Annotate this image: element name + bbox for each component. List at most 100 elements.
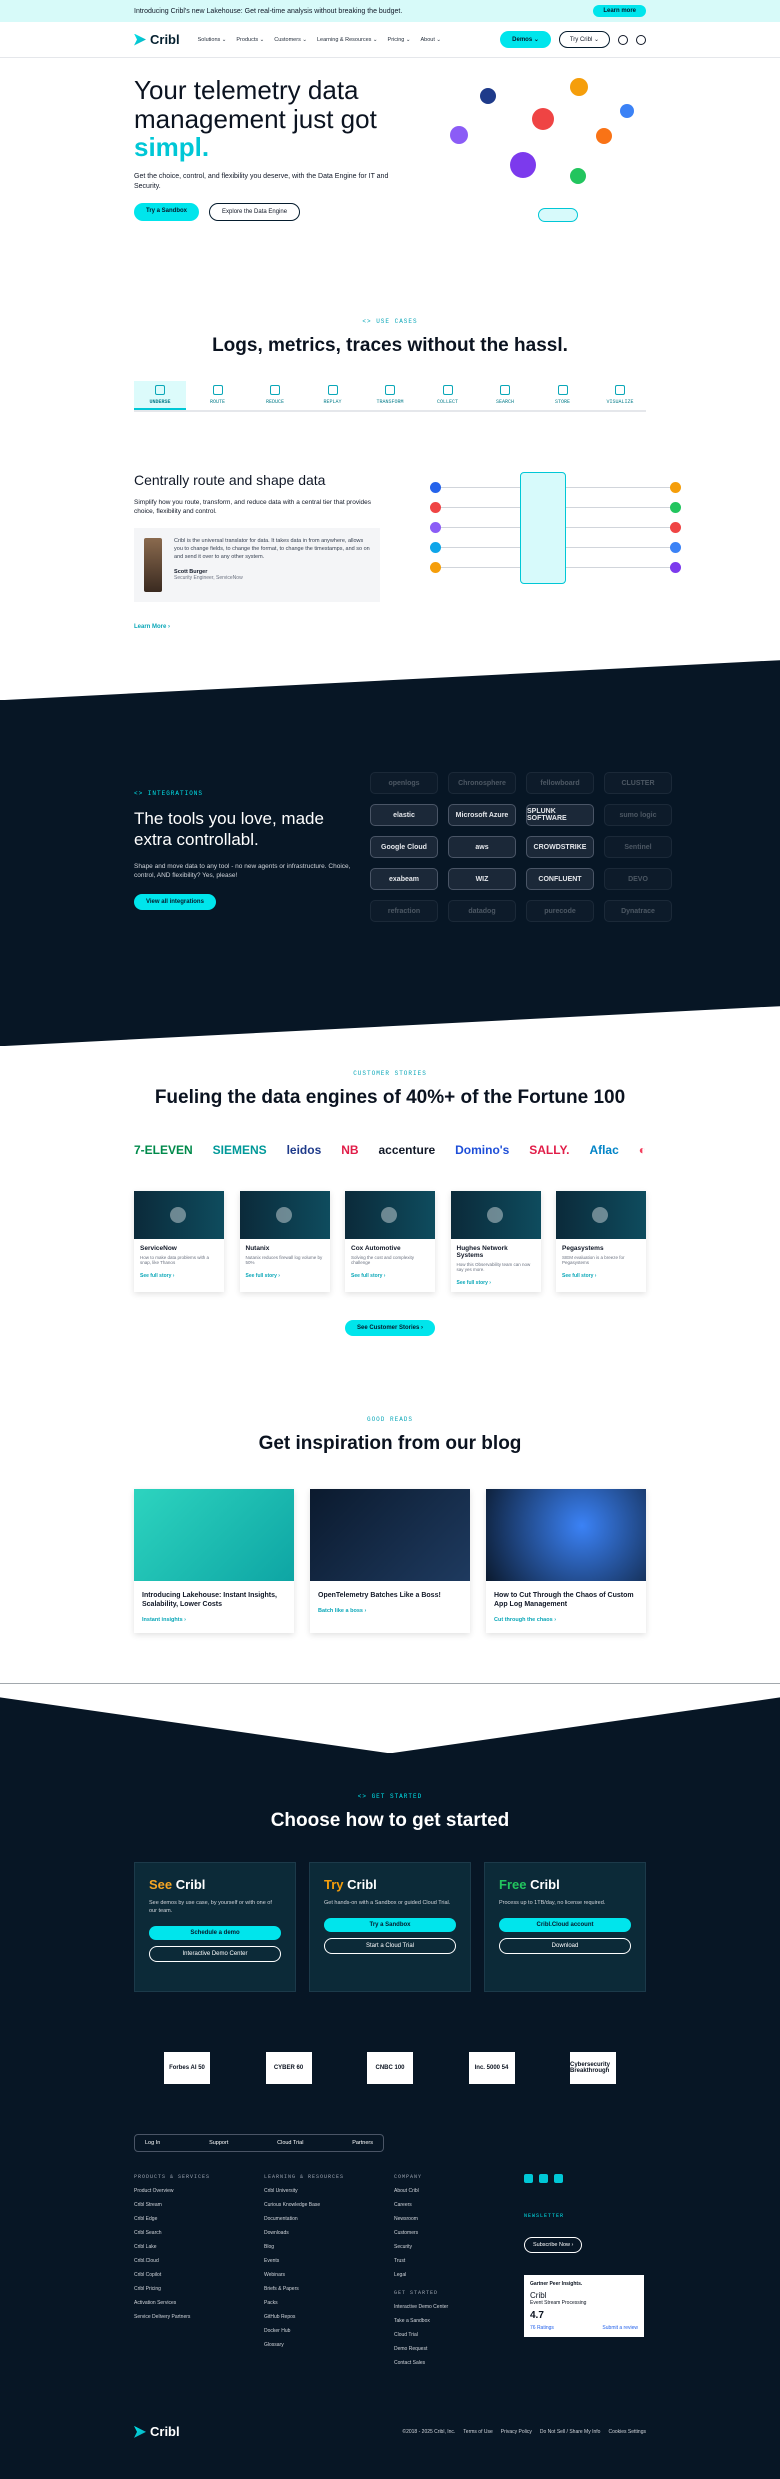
play-icon[interactable] xyxy=(381,1207,397,1224)
nav-solutions[interactable]: Solutions ⌄ xyxy=(198,37,227,43)
footer-link[interactable]: Demo Request xyxy=(394,2346,494,2352)
footer-link[interactable]: Customers xyxy=(394,2230,494,2236)
schedule-demo-button[interactable]: Schedule a demo xyxy=(149,1925,281,1940)
nav-products[interactable]: Products ⌄ xyxy=(236,37,264,43)
blog-post-link[interactable]: Cut through the chaos › xyxy=(494,1617,638,1623)
see-full-story-link[interactable]: See full story › xyxy=(562,1273,640,1279)
login-link[interactable]: Log In xyxy=(145,2140,160,2146)
footer-link[interactable]: Newsroom xyxy=(394,2216,494,2222)
footer-link[interactable]: Cribl Copilot xyxy=(134,2272,234,2278)
footer-link[interactable]: Cribl Lake xyxy=(134,2244,234,2250)
see-full-story-link[interactable]: See full story › xyxy=(140,1273,218,1279)
footer-link[interactable]: Cribl.Cloud xyxy=(134,2258,234,2264)
try-sandbox-button[interactable]: Try a Sandbox xyxy=(134,203,200,222)
download-button[interactable]: Download xyxy=(499,1938,631,1955)
do-not-sell-link[interactable]: Do Not Sell / Share My Info xyxy=(540,2429,601,2435)
nav-about[interactable]: About ⌄ xyxy=(420,37,441,43)
tab-store[interactable]: STORE xyxy=(537,381,589,410)
tab-visualize[interactable]: VISUALIZE xyxy=(594,381,646,410)
tab-reduce[interactable]: REDUCE xyxy=(249,381,301,410)
support-link[interactable]: Support xyxy=(209,2140,228,2146)
footer-link[interactable]: Glossary xyxy=(264,2342,364,2348)
footer-link[interactable]: Briefs & Papers xyxy=(264,2286,364,2292)
play-icon[interactable] xyxy=(486,1207,503,1224)
footer-link[interactable]: Blog xyxy=(264,2244,364,2250)
footer-link[interactable]: Curious Knowledge Base xyxy=(264,2202,364,2208)
footer-link[interactable]: Docker Hub xyxy=(264,2328,364,2334)
blog-post-link[interactable]: Instant insights › xyxy=(142,1617,286,1623)
youtube-icon[interactable] xyxy=(554,2174,563,2184)
see-customer-stories-button[interactable]: See Customer Stories › xyxy=(344,1320,436,1337)
play-icon[interactable] xyxy=(592,1207,608,1224)
cribl-logo[interactable]: Cribl xyxy=(134,32,180,47)
footer-link[interactable]: Take a Sandbox xyxy=(394,2318,494,2324)
nav-pricing[interactable]: Pricing ⌄ xyxy=(388,37,411,43)
cloud-account-button[interactable]: Cribl.Cloud account xyxy=(499,1918,631,1933)
try-cribl-button[interactable]: Try Cribl ⌄ xyxy=(558,31,610,48)
footer-link[interactable]: Downloads xyxy=(264,2230,364,2236)
footer-link[interactable]: Careers xyxy=(394,2202,494,2208)
user-icon[interactable] xyxy=(618,34,628,45)
subscribe-button[interactable]: Subscribe Now › xyxy=(524,2237,583,2254)
see-full-story-link[interactable]: See full story › xyxy=(351,1273,429,1279)
see-full-story-link[interactable]: See full story › xyxy=(246,1273,324,1279)
footer-link[interactable]: Cribl Search xyxy=(134,2230,234,2236)
footer-link[interactable]: Cloud Trial xyxy=(394,2332,494,2338)
footer-link[interactable]: Security xyxy=(394,2244,494,2250)
gartner-review-link[interactable]: Submit a review xyxy=(602,2325,638,2331)
footer-link[interactable]: Packs xyxy=(264,2300,364,2306)
tab-transform[interactable]: TRANSFORM xyxy=(364,381,416,410)
x-icon[interactable] xyxy=(539,2174,548,2184)
footer-link[interactable]: Webinars xyxy=(264,2272,364,2278)
blog-card[interactable]: Introducing Lakehouse: Instant Insights,… xyxy=(134,1489,294,1633)
footer-link[interactable]: Cribl Stream xyxy=(134,2202,234,2208)
gartner-reviews[interactable]: 76 Ratings xyxy=(530,2325,554,2331)
linkedin-icon[interactable] xyxy=(524,2174,533,2184)
nav-learning[interactable]: Learning & Resources ⌄ xyxy=(317,37,378,43)
see-full-story-link[interactable]: See full story › xyxy=(457,1280,535,1286)
search-icon[interactable] xyxy=(636,34,646,45)
footer-link[interactable]: Events xyxy=(264,2258,364,2264)
cookies-link[interactable]: Cookies Settings xyxy=(608,2429,646,2435)
play-icon[interactable] xyxy=(275,1207,292,1224)
footer-link[interactable]: Legal xyxy=(394,2272,494,2278)
story-card[interactable]: Pegasystems SIEM evaluation is a breeze f… xyxy=(556,1191,646,1293)
footer-link[interactable]: Interactive Demo Center xyxy=(394,2304,494,2310)
gartner-badge[interactable]: Gartner Peer Insights. Cribl Event Strea… xyxy=(524,2275,644,2338)
play-icon[interactable] xyxy=(170,1207,186,1224)
privacy-link[interactable]: Privacy Policy xyxy=(501,2429,532,2435)
footer-link[interactable]: Cribl Pricing xyxy=(134,2286,234,2292)
cloud-trial-button[interactable]: Start a Cloud Trial xyxy=(324,1938,456,1955)
footer-link[interactable]: Product Overview xyxy=(134,2188,234,2194)
tab-underse[interactable]: UNDERSE xyxy=(134,381,186,410)
blog-post-link[interactable]: Batch like a boss › xyxy=(318,1608,462,1614)
story-card[interactable]: Nutanix Nutanix reduces firewall log volu… xyxy=(239,1191,330,1293)
view-integrations-button[interactable]: View all integrations xyxy=(134,894,216,911)
cloud-trial-link[interactable]: Cloud Trial xyxy=(277,2140,303,2146)
story-card[interactable]: Hughes Network Systems How this Observabi… xyxy=(450,1191,541,1293)
footer-link[interactable]: Cribl Edge xyxy=(134,2216,234,2222)
footer-link[interactable]: Activation Services xyxy=(134,2300,234,2306)
footer-link[interactable]: Trust xyxy=(394,2258,494,2264)
demos-button[interactable]: Demos ⌄ xyxy=(500,31,551,48)
story-card[interactable]: ServiceNow How to make data problems with… xyxy=(134,1191,224,1293)
footer-link[interactable]: About Cribl xyxy=(394,2188,494,2194)
demo-center-button[interactable]: Interactive Demo Center xyxy=(149,1945,281,1962)
try-sandbox-button[interactable]: Try a Sandbox xyxy=(324,1918,456,1933)
footer-link[interactable]: Cribl University xyxy=(264,2188,364,2194)
explore-engine-button[interactable]: Explore the Data Engine xyxy=(209,203,301,222)
footer-link[interactable]: Documentation xyxy=(264,2216,364,2222)
partners-link[interactable]: Partners xyxy=(352,2140,373,2146)
footer-link[interactable]: GitHub Repos xyxy=(264,2314,364,2320)
footer-link[interactable]: Contact Sales xyxy=(394,2360,494,2366)
footer-logo[interactable]: Cribl xyxy=(134,2424,180,2439)
tab-search[interactable]: SEARCH xyxy=(479,381,531,410)
footer-link[interactable]: Service Delivery Partners xyxy=(134,2314,234,2320)
nav-customers[interactable]: Customers ⌄ xyxy=(274,37,307,43)
tab-collect[interactable]: COLLECT xyxy=(422,381,474,410)
blog-card[interactable]: How to Cut Through the Chaos of Custom A… xyxy=(486,1489,646,1633)
story-card[interactable]: Cox Automotive Solving the cost and compl… xyxy=(345,1191,435,1293)
tab-replay[interactable]: REPLAY xyxy=(307,381,359,410)
blog-card[interactable]: OpenTelemetry Batches Like a Boss! Batch … xyxy=(310,1489,470,1633)
learn-more-button[interactable]: Learn more xyxy=(593,5,646,17)
